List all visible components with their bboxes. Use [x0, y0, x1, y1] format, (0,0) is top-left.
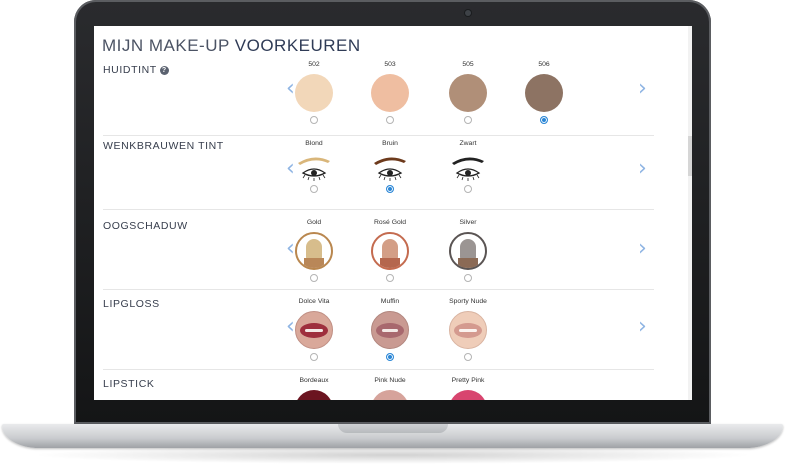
option-name: Silver	[459, 219, 477, 226]
radio-button[interactable]	[310, 185, 318, 193]
radio-button-selected[interactable]	[386, 353, 394, 361]
radio-button[interactable]	[310, 274, 318, 282]
section-wenkbrauwen: WENKBRAUWEN TINT ‹ › Blond Bruin Zwart	[94, 130, 654, 210]
option-name: Sporty Nude	[449, 298, 487, 305]
option-name: Bruin	[382, 140, 398, 147]
swatch[interactable]	[449, 232, 487, 270]
radio-button[interactable]	[464, 116, 472, 124]
screen: MIJN MAKE-UP VOORKEUREN HUIDTINT? ‹ › 50…	[94, 26, 692, 400]
eyebrow-icon[interactable]	[294, 153, 334, 183]
option-506[interactable]: 506	[504, 61, 584, 124]
help-icon[interactable]: ?	[159, 66, 169, 75]
option-name: 502	[308, 61, 320, 68]
swatch[interactable]	[295, 390, 333, 400]
section-huidtint: HUIDTINT? ‹ › 502 503 505 506	[94, 56, 654, 136]
section-oogschaduw: OOGSCHADUW ‹ › Gold Rosé Gold Silver	[94, 210, 654, 290]
section-label: OOGSCHADUW	[103, 220, 188, 232]
page-title-part1: MIJN MAKE-UP	[102, 36, 235, 55]
option-name: Pink Nude	[374, 377, 406, 384]
option-blond[interactable]: Blond	[274, 140, 354, 193]
radio-button[interactable]	[386, 274, 394, 282]
radio-button-selected[interactable]	[386, 185, 394, 193]
swatch[interactable]	[371, 74, 409, 112]
laptop-shadow	[30, 446, 755, 464]
option-name: Rosé Gold	[373, 219, 407, 226]
chevron-right-icon[interactable]: ›	[638, 78, 652, 100]
scrollbar-thumb[interactable]	[688, 136, 692, 176]
option-502[interactable]: 502	[274, 61, 354, 124]
option-bruin[interactable]: Bruin	[350, 140, 430, 193]
section-lipgloss: LIPGLOSS ‹ › Dolce Vita Muffin Sporty Nu…	[94, 290, 654, 370]
eyebrow-icon[interactable]	[448, 153, 488, 183]
radio-button[interactable]	[464, 353, 472, 361]
swatch[interactable]	[371, 232, 409, 270]
option-name: Muffin	[380, 298, 400, 305]
swatch[interactable]	[449, 74, 487, 112]
scrollbar[interactable]	[688, 26, 692, 400]
radio-button[interactable]	[386, 116, 394, 124]
option-zwart[interactable]: Zwart	[428, 140, 508, 193]
swatch[interactable]	[295, 311, 333, 349]
option-name: Dolce Vita	[298, 298, 330, 305]
option-503[interactable]: 503	[350, 61, 430, 124]
option-name: 503	[384, 61, 396, 68]
option-name: 506	[538, 61, 550, 68]
camera-icon	[465, 10, 471, 16]
swatch[interactable]	[371, 390, 409, 400]
option-name: Zwart	[459, 140, 477, 147]
option-pink-nude[interactable]: Pink Nude	[350, 377, 430, 400]
swatch[interactable]	[449, 311, 487, 349]
section-label: WENKBRAUWEN TINT	[103, 140, 224, 152]
eyebrow-icon[interactable]	[370, 153, 410, 183]
chevron-right-icon[interactable]: ›	[638, 238, 652, 260]
page-title-part2: VOORKEUREN	[234, 36, 361, 55]
section-lipstick: LIPSTICK Bordeaux Pink Nude Pretty Pink	[94, 370, 654, 400]
option-505[interactable]: 505	[428, 61, 508, 124]
option-bordeaux[interactable]: Bordeaux	[274, 377, 354, 400]
section-label-text: HUIDTINT	[103, 64, 157, 76]
option-name: 505	[462, 61, 474, 68]
radio-button[interactable]	[310, 116, 318, 124]
radio-button[interactable]	[464, 185, 472, 193]
swatch[interactable]	[371, 311, 409, 349]
option-dolce-vita[interactable]: Dolce Vita	[274, 298, 354, 361]
option-name: Blond	[305, 140, 323, 147]
chevron-right-icon[interactable]: ›	[638, 316, 652, 338]
page-title: MIJN MAKE-UP VOORKEUREN	[102, 36, 361, 56]
option-sporty-nude[interactable]: Sporty Nude	[428, 298, 508, 361]
option-silver[interactable]: Silver	[428, 219, 508, 282]
section-label: LIPGLOSS	[103, 298, 160, 310]
section-label: HUIDTINT?	[103, 64, 169, 76]
swatch[interactable]	[295, 74, 333, 112]
option-muffin[interactable]: Muffin	[350, 298, 430, 361]
swatch[interactable]	[295, 232, 333, 270]
radio-button[interactable]	[464, 274, 472, 282]
option-name: Pretty Pink	[451, 377, 485, 384]
section-label: LIPSTICK	[103, 378, 155, 390]
option-name: Bordeaux	[299, 377, 329, 384]
radio-button[interactable]	[310, 353, 318, 361]
option-rose-gold[interactable]: Rosé Gold	[350, 219, 430, 282]
swatch[interactable]	[449, 390, 487, 400]
radio-button-selected[interactable]	[540, 116, 548, 124]
laptop-notch	[338, 424, 448, 433]
option-pretty-pink[interactable]: Pretty Pink	[428, 377, 508, 400]
option-gold[interactable]: Gold	[274, 219, 354, 282]
option-name: Gold	[306, 219, 322, 226]
chevron-right-icon[interactable]: ›	[638, 158, 652, 180]
laptop-base	[2, 424, 783, 448]
swatch[interactable]	[525, 74, 563, 112]
